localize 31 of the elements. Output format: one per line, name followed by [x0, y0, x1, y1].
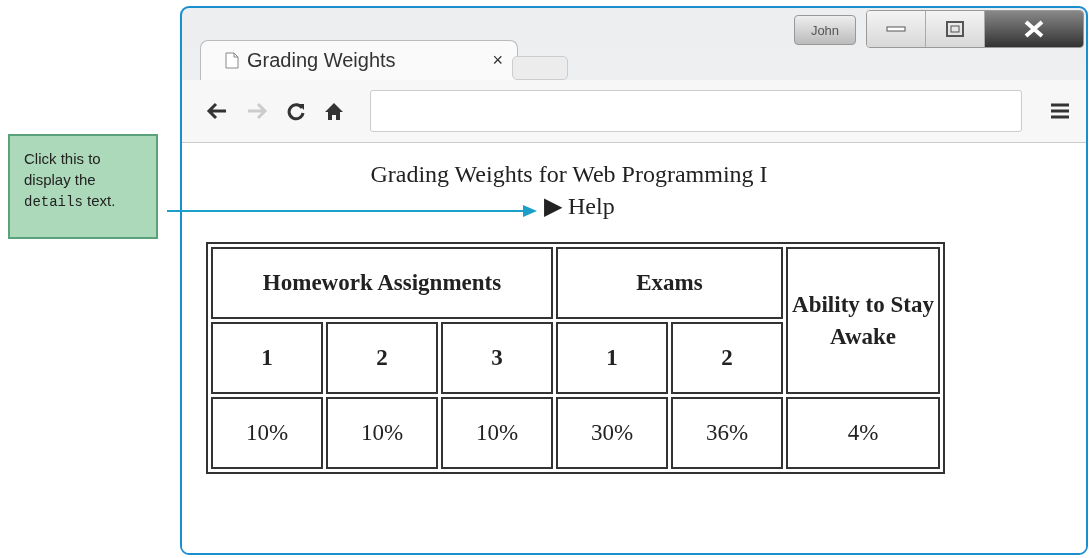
close-button[interactable] [985, 11, 1083, 47]
menu-icon[interactable] [1050, 102, 1070, 120]
column-header: Ability to Stay Awake [786, 247, 940, 394]
table-cell: 36% [671, 397, 783, 469]
table-cell: 10% [211, 397, 323, 469]
column-header: Exams [556, 247, 783, 319]
maximize-button[interactable] [926, 11, 985, 47]
minimize-icon [886, 25, 906, 33]
table-cell: 10% [441, 397, 553, 469]
page-icon [225, 52, 239, 69]
column-header: 2 [326, 322, 438, 394]
back-icon[interactable] [206, 102, 228, 120]
user-profile-button[interactable]: John [794, 15, 856, 45]
help-summary[interactable]: ▶ Help [544, 192, 615, 220]
table-cell: 10% [326, 397, 438, 469]
column-header: 1 [211, 322, 323, 394]
page-heading: Grading Weights for Web Programming I [369, 161, 769, 188]
table-cell: 4% [786, 397, 940, 469]
maximize-icon [946, 21, 964, 37]
column-header: Homework Assignments [211, 247, 553, 319]
column-header: 2 [671, 322, 783, 394]
tab-title: Grading Weights [247, 49, 397, 72]
callout-note: Click this to display the details text. [8, 134, 158, 239]
column-header: 1 [556, 322, 668, 394]
column-header: 3 [441, 322, 553, 394]
browser-tab[interactable]: Grading Weights × [200, 40, 518, 80]
tab-close-button[interactable]: × [492, 50, 503, 71]
table-cell: 30% [556, 397, 668, 469]
home-icon[interactable] [324, 101, 344, 121]
reload-icon[interactable] [286, 101, 306, 121]
close-icon [1023, 20, 1045, 38]
